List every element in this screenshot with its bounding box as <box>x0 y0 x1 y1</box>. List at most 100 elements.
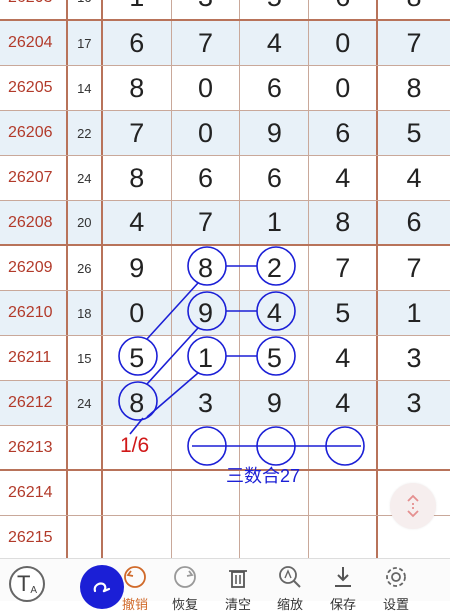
toolbar-button-zoom[interactable]: 缩放 <box>262 558 318 612</box>
issue-number: 26204 <box>0 21 68 65</box>
vertical-arrows-icon <box>407 494 419 518</box>
toolbar-button-gear[interactable]: 设置 <box>368 558 424 612</box>
digit-cell[interactable]: 5 <box>240 336 310 380</box>
digit-cell[interactable]: 0 <box>103 291 172 335</box>
toolbar-button-undo[interactable]: 撤销 <box>107 558 163 612</box>
digit-cell[interactable] <box>172 516 241 560</box>
digit-cell[interactable]: 1 <box>172 336 241 380</box>
table-row: 26209 26 9 8 2 7 7 <box>0 246 450 291</box>
tail-digit-cell[interactable] <box>378 426 450 469</box>
digit-cell[interactable]: 3 <box>172 0 241 19</box>
digit-cell[interactable]: 6 <box>240 156 310 200</box>
tail-digit-cell[interactable]: 8 <box>378 0 450 19</box>
digit-cell[interactable]: 0 <box>309 66 379 110</box>
digit-cell[interactable]: 0 <box>172 66 241 110</box>
digit-cell[interactable]: 3 <box>172 381 241 425</box>
digit-cell[interactable]: 9 <box>172 291 241 335</box>
table-row: 26207 24 8 6 6 4 4 <box>0 156 450 201</box>
digit-cell[interactable]: 4 <box>309 336 379 380</box>
digit-cell[interactable]: 5 <box>103 336 172 380</box>
tail-digit-cell[interactable]: 7 <box>378 246 450 290</box>
digit-cell[interactable]: 6 <box>240 66 310 110</box>
issue-number: 26203 <box>0 0 68 19</box>
digit-cell[interactable]: 6 <box>309 0 379 19</box>
digit-cell[interactable]: 8 <box>103 156 172 200</box>
digit-cell[interactable]: 0 <box>309 21 379 65</box>
digit-cell[interactable]: 7 <box>103 111 172 155</box>
digit-cell[interactable]: 6 <box>309 111 379 155</box>
issue-number: 26215 <box>0 516 68 560</box>
table-row: 26211 15 5 1 5 4 3 <box>0 336 450 381</box>
tail-digit-cell[interactable]: 7 <box>378 21 450 65</box>
digit-cell[interactable]: 8 <box>172 246 241 290</box>
table-row: 26210 18 0 9 4 5 1 <box>0 291 450 336</box>
table-row: 26208 20 4 7 1 8 6 <box>0 201 450 246</box>
digit-sum: 16 <box>68 0 103 19</box>
scroll-toggle-button[interactable] <box>390 483 436 529</box>
issue-number: 26212 <box>0 381 68 425</box>
note-annotation: 三数合27 <box>226 466 301 486</box>
digit-cell[interactable]: 6 <box>103 21 172 65</box>
digit-cell[interactable]: 4 <box>103 201 172 244</box>
digit-cell[interactable]: 8 <box>309 201 379 244</box>
digit-cell[interactable]: 5 <box>240 0 310 19</box>
toolbar-label: 保存 <box>329 597 356 612</box>
digit-cell[interactable]: 2 <box>240 246 310 290</box>
toolbar-button-download[interactable]: 保存 <box>315 558 371 612</box>
digit-cell[interactable] <box>103 471 172 515</box>
issue-number: 26205 <box>0 66 68 110</box>
digit-cell[interactable] <box>240 516 310 560</box>
digit-sum: 14 <box>68 66 103 110</box>
digit-cell[interactable]: 1 <box>103 0 172 19</box>
undo-icon <box>124 566 146 588</box>
digit-cell[interactable]: 7 <box>309 246 379 290</box>
redo-icon <box>174 566 196 588</box>
digit-sum: 26 <box>68 246 103 290</box>
digit-cell[interactable]: 7 <box>172 21 241 65</box>
digit-cell[interactable]: 4 <box>309 381 379 425</box>
digit-cell[interactable]: 9 <box>240 111 310 155</box>
digit-cell[interactable]: 1 <box>240 201 310 244</box>
digit-cell[interactable]: 8 <box>103 66 172 110</box>
text-tool-label: T <box>16 571 31 596</box>
digit-cell[interactable]: 4 <box>240 291 310 335</box>
digit-sum: 20 <box>68 201 103 244</box>
toolbar-button-trash[interactable]: 清空 <box>210 558 266 612</box>
tail-digit-cell[interactable]: 1 <box>378 291 450 335</box>
lottery-trend-table: 2620316135682620417674072620514806082620… <box>0 0 450 561</box>
zoom-icon <box>279 566 301 588</box>
text-tool-button[interactable]: TA <box>9 566 45 602</box>
digit-sum <box>68 471 103 515</box>
toolbar-label: 缩放 <box>276 597 303 612</box>
digit-cell[interactable]: 0 <box>172 111 241 155</box>
table-row: 26214 <box>0 471 450 516</box>
issue-number: 26207 <box>0 156 68 200</box>
digit-cell[interactable]: 4 <box>309 156 379 200</box>
digit-cell[interactable] <box>309 471 379 515</box>
toolbar-label: 撤销 <box>121 597 148 612</box>
digit-cell[interactable]: 5 <box>309 291 379 335</box>
toolbar-label: 清空 <box>224 597 251 612</box>
digit-cell[interactable]: 9 <box>240 381 310 425</box>
tail-digit-cell[interactable]: 8 <box>378 66 450 110</box>
table-row: 26206 22 7 0 9 6 5 <box>0 111 450 156</box>
digit-cell[interactable]: 7 <box>172 201 241 244</box>
digit-cell[interactable] <box>309 516 379 560</box>
issue-number: 26206 <box>0 111 68 155</box>
digit-cell[interactable] <box>309 426 379 469</box>
tail-digit-cell[interactable]: 3 <box>378 381 450 425</box>
toolbar-button-redo[interactable]: 恢复 <box>157 558 213 612</box>
ratio-annotation: 1/6 <box>120 434 150 457</box>
digit-sum: 17 <box>68 21 103 65</box>
tail-digit-cell[interactable]: 5 <box>378 111 450 155</box>
digit-cell[interactable]: 9 <box>103 246 172 290</box>
digit-cell[interactable] <box>103 516 172 560</box>
tail-digit-cell[interactable]: 3 <box>378 336 450 380</box>
digit-cell[interactable]: 4 <box>240 21 310 65</box>
download-icon <box>335 567 351 587</box>
tail-digit-cell[interactable]: 4 <box>378 156 450 200</box>
digit-cell[interactable]: 6 <box>172 156 241 200</box>
digit-cell[interactable]: 8 <box>103 381 172 425</box>
tail-digit-cell[interactable]: 6 <box>378 201 450 244</box>
text-tool-sub: A <box>30 585 38 596</box>
